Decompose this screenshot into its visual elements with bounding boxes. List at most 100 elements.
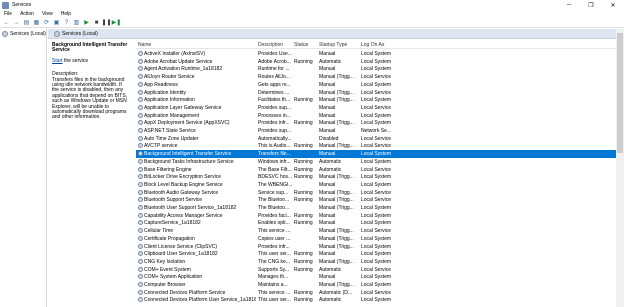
cell-name: Block Level Backup Engine Service bbox=[144, 181, 223, 188]
service-gear-icon bbox=[138, 81, 143, 87]
table-row[interactable]: Certificate Propagation Copies user ... Ma… bbox=[136, 235, 616, 243]
table-row[interactable]: CNG Key Isolation The CNG ke... Running Man… bbox=[136, 258, 616, 266]
table-row[interactable]: Background Intelligent Transfer Service T… bbox=[136, 150, 616, 158]
close-button[interactable]: ✕ bbox=[602, 0, 624, 10]
cell-log-on-as: Local System bbox=[361, 243, 392, 250]
table-row[interactable]: Block Level Backup Engine Service The WBE… bbox=[136, 181, 616, 189]
export-list-icon[interactable]: ▣ bbox=[53, 19, 60, 26]
cell-description: Automatically... bbox=[258, 135, 292, 142]
cell-description: Provides infr... bbox=[258, 243, 290, 250]
table-row[interactable]: Agent Activation Runtime_1a18182 Runtime … bbox=[136, 65, 616, 73]
cell-log-on-as: Local System bbox=[361, 174, 392, 181]
table-row[interactable]: ASP.NET State Service Provides sup... Manu… bbox=[136, 127, 616, 135]
start-service-icon[interactable]: ▶ bbox=[83, 19, 90, 26]
table-row[interactable]: Clipboard User Service_1a18182 This user … bbox=[136, 250, 616, 258]
table-row[interactable]: Application Identity Determines ... Manual… bbox=[136, 89, 616, 97]
service-gear-icon bbox=[138, 66, 143, 72]
cell-description: Gets apps re... bbox=[258, 81, 291, 88]
table-row[interactable]: AllJoyn Router Service Routes AllJo... Man… bbox=[136, 73, 616, 81]
forward-icon[interactable]: → bbox=[13, 19, 20, 26]
cell-name: Application Information bbox=[144, 97, 195, 104]
stop-service-icon[interactable]: ■ bbox=[93, 19, 100, 26]
table-row[interactable]: COM+ Event System Supports Sy... Running Au… bbox=[136, 266, 616, 274]
cell-name: Application Management bbox=[144, 112, 200, 119]
scrollbar-thumb[interactable] bbox=[617, 33, 623, 153]
table-row[interactable]: AppX Deployment Service (AppXSVC) Provide… bbox=[136, 119, 616, 127]
table-row[interactable]: Connected Devices Platform Service This s… bbox=[136, 289, 616, 297]
cell-log-on-as: Local System bbox=[361, 51, 392, 57]
cell-startup-type: Manual (Trigg... bbox=[319, 89, 354, 96]
cell-startup-type: Manual bbox=[319, 128, 336, 134]
cell-description: The Bluetoo... bbox=[258, 197, 290, 204]
back-icon[interactable]: ← bbox=[3, 19, 10, 26]
table-row[interactable]: Capability Access Manager Service Provide… bbox=[136, 212, 616, 220]
table-row[interactable]: Application Information Facilitates th...… bbox=[136, 96, 616, 104]
column-header-status[interactable]: Status bbox=[294, 42, 308, 48]
table-row[interactable]: Cellular Time This service ... Manual (Tri… bbox=[136, 227, 616, 235]
column-header-startup-type[interactable]: Startup Type bbox=[319, 42, 347, 48]
cell-name: AppX Deployment Service (AppXSVC) bbox=[144, 120, 230, 127]
table-row[interactable]: Bluetooth Support Service The Bluetoo... R… bbox=[136, 196, 616, 204]
table-row[interactable]: Background Tasks Infrastructure Service W… bbox=[136, 158, 616, 166]
vertical-scrollbar[interactable] bbox=[616, 29, 624, 307]
table-row[interactable]: Bluetooth Audio Gateway Service Service s… bbox=[136, 189, 616, 197]
cell-log-on-as: Local System bbox=[361, 158, 392, 165]
cell-name: Cellular Time bbox=[144, 228, 174, 235]
table-row[interactable]: Application Management Processes in... Man… bbox=[136, 112, 616, 120]
cell-name: Background Tasks Infrastructure Service bbox=[144, 158, 234, 165]
cell-log-on-as: Network Se... bbox=[361, 128, 392, 134]
cell-description: Provides sup... bbox=[258, 104, 292, 111]
table-row[interactable]: Base Filtering Engine The Base Filt... Run… bbox=[136, 166, 616, 174]
cell-log-on-as: Local Service bbox=[361, 89, 392, 96]
cell-description: Maintains a... bbox=[258, 282, 288, 288]
table-row[interactable]: Connected Devices Platform User Service_… bbox=[136, 296, 616, 304]
cell-description: Adobe Acrob... bbox=[258, 58, 291, 65]
cell-startup-type: Manual bbox=[319, 104, 336, 111]
cell-description: BDESVC hos... bbox=[258, 174, 292, 181]
menu-view[interactable]: View bbox=[42, 11, 53, 17]
start-service-link[interactable]: Start bbox=[52, 58, 63, 64]
service-gear-icon bbox=[138, 51, 143, 56]
table-row[interactable]: CaptureService_1a18182 Enables opti... Run… bbox=[136, 219, 616, 227]
cell-log-on-as: Local System bbox=[361, 120, 392, 127]
service-gear-icon bbox=[138, 235, 143, 241]
title-bar: Services ─ ❐ ✕ bbox=[0, 0, 624, 10]
table-row[interactable]: COM+ System Application Manages th... Manu… bbox=[136, 273, 616, 281]
service-gear-icon bbox=[138, 174, 143, 180]
table-row[interactable]: Adobe Acrobat Update Service Adobe Acrob.… bbox=[136, 58, 616, 66]
column-header-name[interactable]: Name bbox=[138, 42, 151, 48]
table-row[interactable]: BitLocker Drive Encryption Service BDESVC… bbox=[136, 173, 616, 181]
minimize-button[interactable]: ─ bbox=[558, 0, 580, 10]
pause-service-icon[interactable]: ❚❚ bbox=[101, 19, 111, 26]
table-row[interactable]: AVCTP service This is Audio... Running Manu… bbox=[136, 142, 616, 150]
properties-icon[interactable]: ▦ bbox=[33, 19, 40, 26]
table-row[interactable]: App Readiness Gets apps re... Manual Local … bbox=[136, 81, 616, 89]
table-row[interactable]: Application Layer Gateway Service Provide… bbox=[136, 104, 616, 112]
menu-file[interactable]: File bbox=[4, 11, 12, 17]
maximize-button[interactable]: ❐ bbox=[580, 0, 602, 10]
help-icon[interactable]: ? bbox=[63, 19, 70, 26]
table-row[interactable]: ActiveX Installer (AxInstSV) Provides Use… bbox=[136, 50, 616, 58]
mmc-view-icon[interactable]: ▥ bbox=[73, 19, 80, 26]
cell-startup-type: Manual (Trigg... bbox=[319, 120, 354, 127]
menu-help[interactable]: Help bbox=[61, 11, 71, 17]
cell-description: Provides infr... bbox=[258, 120, 290, 127]
service-gear-icon bbox=[138, 243, 143, 249]
cell-log-on-as: Local Service bbox=[361, 266, 392, 273]
service-gear-icon bbox=[138, 112, 143, 118]
restart-service-icon[interactable]: ▶❚ bbox=[112, 19, 122, 26]
refresh-icon[interactable]: ⟳ bbox=[43, 19, 50, 26]
tree-item-services-local[interactable]: Services (Local) bbox=[2, 31, 46, 37]
table-row[interactable]: Auto Time Zone Updater Automatically... Di… bbox=[136, 135, 616, 143]
show-console-tree-icon[interactable]: ▤ bbox=[23, 19, 30, 26]
cell-name: Background Intelligent Transfer Service bbox=[144, 151, 232, 158]
table-row[interactable]: Bluetooth User Support Service_1a18182 Th… bbox=[136, 204, 616, 212]
column-header-log-on-as[interactable]: Log On As bbox=[361, 42, 384, 48]
cell-name: Application Layer Gateway Service bbox=[144, 104, 222, 111]
menu-action[interactable]: Action bbox=[20, 11, 34, 17]
column-header-description[interactable]: Description bbox=[258, 42, 283, 48]
table-row[interactable]: Client License Service (ClipSVC) Provides… bbox=[136, 243, 616, 251]
cell-description: This user ser... bbox=[258, 297, 291, 304]
content-header: Services (Local) bbox=[48, 29, 616, 39]
table-row[interactable]: Computer Browser Maintains a... Manual (Tr… bbox=[136, 281, 616, 289]
